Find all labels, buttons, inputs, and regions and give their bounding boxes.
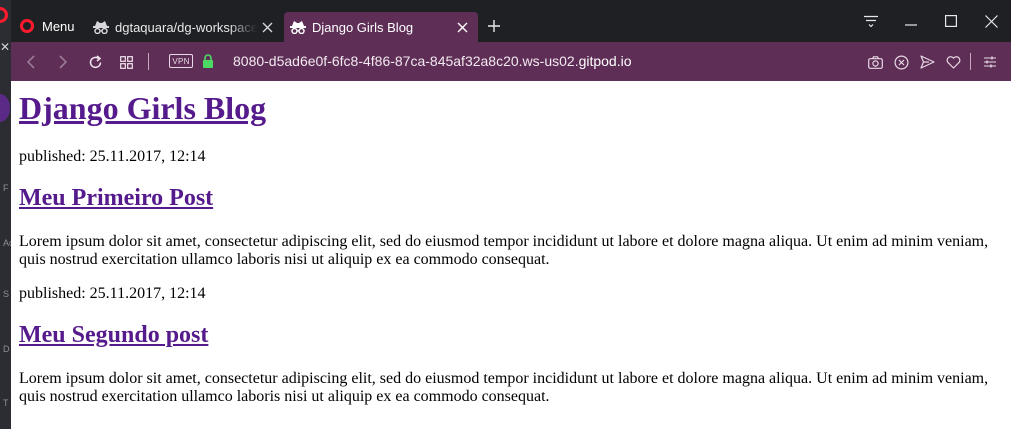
minimize-button[interactable] [891,8,931,34]
snapshot-camera-icon[interactable] [865,52,885,72]
post-date: published: 25.11.2017, 12:14 [19,148,206,165]
divider [970,53,971,70]
post-body: Lorem ipsum dolor sit amet, consectetur … [19,370,989,405]
avatar [0,94,10,122]
background-text: Ac [3,238,11,248]
gitpod-favicon-icon [93,19,109,35]
back-button[interactable] [20,52,42,72]
post-title-link[interactable]: Meu Segundo post [19,321,208,349]
divider [148,53,149,70]
background-text: F [3,183,9,193]
reload-button[interactable] [84,52,106,72]
tab-title: dgtaquara/dg-workspace - Gitpod [115,19,257,35]
tab-menu-icon[interactable] [851,8,891,34]
maximize-button[interactable] [931,8,971,34]
close-window-button[interactable] [971,8,1011,34]
incognito-favicon-icon [290,19,306,35]
close-icon: ✕ [0,40,11,54]
ad-blocker-icon[interactable] [891,52,911,72]
vpn-badge[interactable]: VPN [169,54,193,68]
opera-icon [0,7,8,23]
tab-django-girls-blog[interactable]: Django Girls Blog [284,12,478,42]
easy-setup-icon[interactable] [980,52,1000,72]
heart-icon[interactable] [943,52,963,72]
speed-dial-icon[interactable] [115,52,137,72]
background-app-strip: ✕ F Ac S D T [0,0,11,429]
tab-close-icon[interactable] [257,17,277,37]
blog-title-link[interactable]: Django Girls Blog [19,89,266,127]
browser-window: Menu dgtaquara/dg-workspace - Gitpod Dja… [11,0,1011,429]
opera-logo-icon [20,19,34,33]
tab-close-icon[interactable] [452,17,472,37]
tab-title: Django Girls Blog [312,19,414,35]
background-text: D [3,344,10,354]
forward-button[interactable] [52,52,74,72]
url-field[interactable]: 8080-d5ad6e0f-6fc8-4f86-87ca-845af32a8c2… [233,53,632,69]
send-icon[interactable] [917,52,937,72]
tab-gitpod-workspace[interactable]: dgtaquara/dg-workspace - Gitpod [87,12,283,42]
post-date: published: 25.11.2017, 12:14 [19,285,206,302]
post-title-link[interactable]: Meu Primeiro Post [19,184,213,212]
new-tab-button[interactable] [483,14,505,38]
page-content: Django Girls Blog published: 25.11.2017,… [11,81,1011,429]
lock-icon[interactable] [202,54,214,68]
address-bar: VPN 8080-d5ad6e0f-6fc8-4f86-87ca-845af32… [11,42,1011,81]
post-body: Lorem ipsum dolor sit amet, consectetur … [19,233,989,268]
opera-menu-button[interactable]: Menu [11,12,87,40]
tab-bar: Menu dgtaquara/dg-workspace - Gitpod Dja… [11,0,1011,42]
background-text: S [3,289,10,299]
url-domain: gitpod.io [578,53,632,69]
background-text: T [3,398,9,408]
url-prefix: 8080-d5ad6e0f-6fc8-4f86-87ca-845af32a8c2… [233,53,579,69]
menu-label: Menu [42,18,75,34]
